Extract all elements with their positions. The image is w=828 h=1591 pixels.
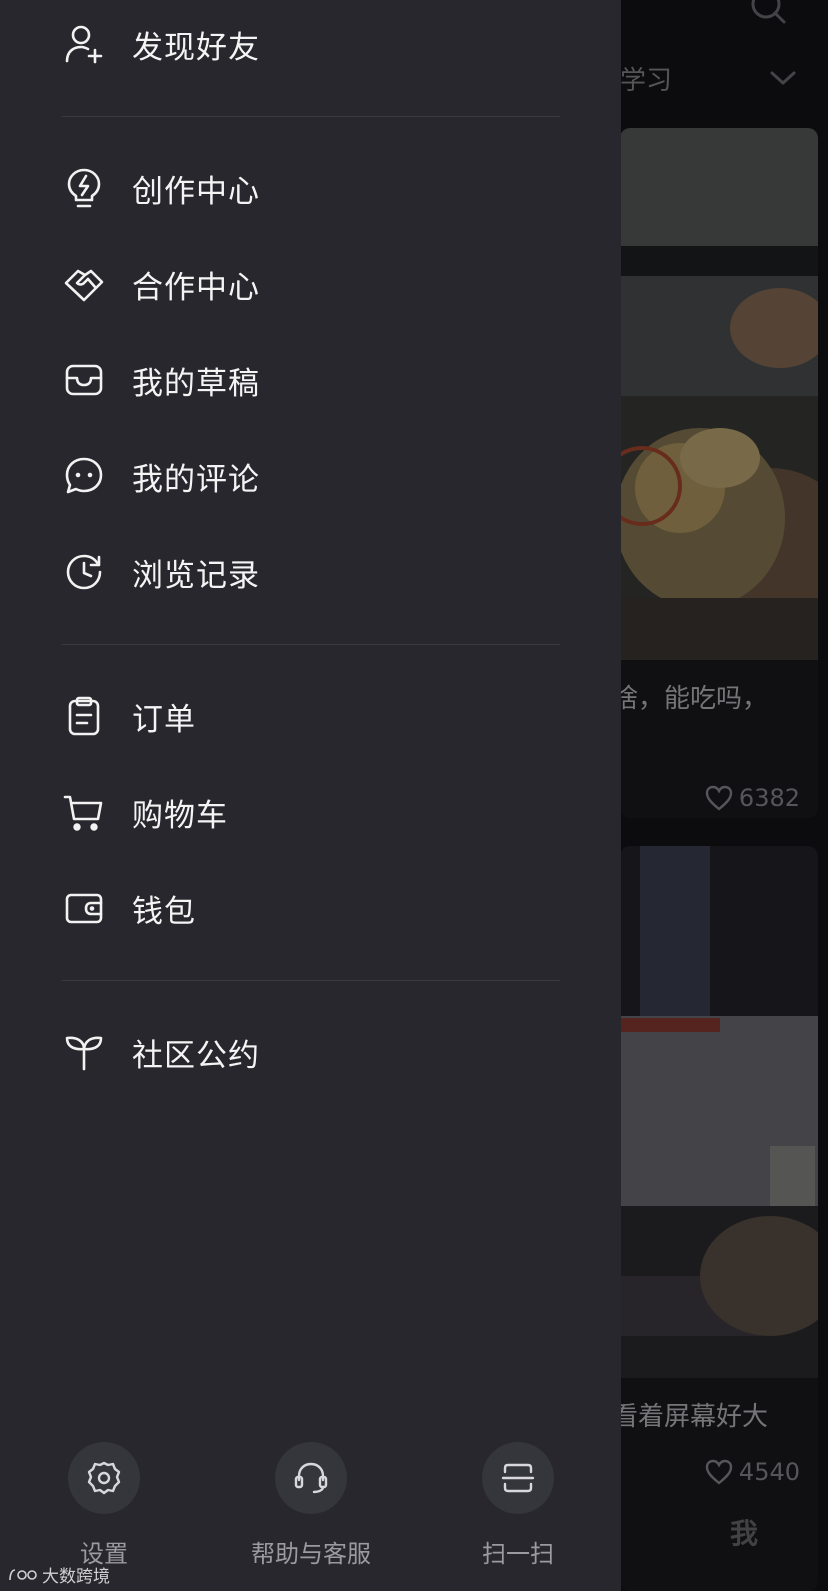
bottom-action-label: 帮助与客服 (251, 1540, 371, 1568)
menu-label: 订单 (132, 701, 196, 738)
menu-item-orders[interactable]: 订单 (62, 686, 196, 746)
settings-circle (68, 1442, 140, 1514)
clipboard-icon (62, 694, 106, 738)
menu-label: 我的评论 (132, 461, 260, 498)
scan-circle (482, 1442, 554, 1514)
menu-label: 浏览记录 (132, 557, 260, 594)
lightning-bulb-icon (62, 166, 106, 210)
menu-label: 合作中心 (132, 269, 260, 306)
side-drawer: 发现好友 创作中心 合作中心 我的草稿 我的评论 浏览记录 订单 购物车 钱包 … (0, 0, 621, 1591)
headset-icon (294, 1462, 328, 1494)
comment-icon (62, 454, 106, 498)
gear-icon (87, 1461, 121, 1495)
menu-label: 我的草稿 (132, 365, 260, 402)
handshake-icon (62, 262, 106, 306)
divider (62, 116, 560, 117)
menu-item-cart[interactable]: 购物车 (62, 782, 228, 842)
menu-item-creator-center[interactable]: 创作中心 (62, 158, 260, 218)
add-friend-icon (62, 22, 106, 66)
menu-item-cooperation-center[interactable]: 合作中心 (62, 254, 260, 314)
inbox-icon (62, 358, 106, 402)
scan-button[interactable]: 扫一扫 (438, 1442, 598, 1569)
cart-icon (62, 790, 106, 834)
menu-item-browsing-history[interactable]: 浏览记录 (62, 542, 260, 602)
history-clock-icon (62, 550, 106, 594)
menu-item-my-drafts[interactable]: 我的草稿 (62, 350, 260, 410)
menu-item-community-guidelines[interactable]: 社区公约 (62, 1022, 260, 1082)
bottom-action-label: 扫一扫 (482, 1540, 554, 1568)
menu-label: 社区公约 (132, 1037, 260, 1074)
menu-item-discover-friends[interactable]: 发现好友 (62, 14, 260, 74)
scan-icon (501, 1463, 535, 1493)
sprout-icon (62, 1030, 106, 1074)
wallet-icon (62, 886, 106, 930)
menu-label: 创作中心 (132, 173, 260, 210)
menu-item-wallet[interactable]: 钱包 (62, 878, 196, 938)
menu-label: 钱包 (132, 893, 196, 930)
menu-label: 发现好友 (132, 29, 260, 66)
help-circle (275, 1442, 347, 1514)
divider (62, 644, 560, 645)
watermark: 大数跨境 (8, 1562, 110, 1587)
menu-item-my-comments[interactable]: 我的评论 (62, 446, 260, 506)
menu-label: 购物车 (132, 797, 228, 834)
help-support-button[interactable]: 帮助与客服 (231, 1442, 391, 1569)
settings-button[interactable]: 设置 (24, 1442, 184, 1569)
watermark-text: 大数跨境 (42, 1567, 110, 1587)
divider (62, 980, 560, 981)
watermark-logo-icon (9, 1568, 37, 1580)
